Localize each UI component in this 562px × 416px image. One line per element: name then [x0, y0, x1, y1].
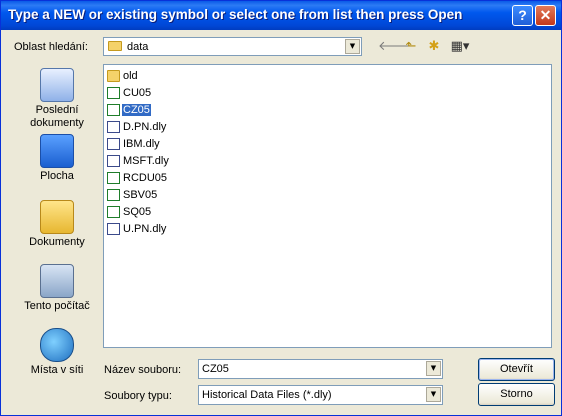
list-item[interactable]: CU05	[107, 85, 152, 101]
back-icon[interactable]: 🡐	[378, 38, 413, 56]
new-folder-icon[interactable]: ✱	[424, 38, 444, 56]
open-button[interactable]: Otevřít	[478, 358, 555, 381]
look-in-value: data	[127, 41, 149, 53]
place-recent[interactable]: Poslední dokumenty	[15, 68, 99, 130]
desktop-icon	[40, 134, 74, 168]
file-type-label: Soubory typu:	[104, 390, 172, 402]
look-in-label: Oblast hledání:	[14, 41, 88, 53]
list-item[interactable]: IBM.dly	[107, 136, 161, 152]
data-file-icon	[107, 155, 120, 168]
folder-icon	[107, 70, 120, 83]
chevron-down-icon[interactable]: ▼	[426, 361, 441, 376]
place-documents[interactable]: Dokumenty	[15, 200, 99, 249]
list-item[interactable]: SQ05	[107, 204, 152, 220]
list-item[interactable]: CZ05	[107, 102, 151, 118]
chevron-down-icon[interactable]: ▼	[426, 387, 441, 402]
data-file-icon	[107, 121, 120, 134]
open-file-dialog: Type a NEW or existing symbol or select …	[0, 0, 562, 416]
data-file-icon	[107, 223, 120, 236]
list-item[interactable]: U.PN.dly	[107, 221, 167, 237]
data-file-icon	[107, 138, 120, 151]
spreadsheet-file-icon	[107, 189, 120, 202]
file-type-value: Historical Data Files (*.dly)	[202, 389, 332, 401]
place-label: Poslední dokumenty	[30, 104, 84, 129]
place-label: Plocha	[40, 170, 74, 182]
file-name-value: CZ05	[202, 363, 229, 375]
spreadsheet-file-icon	[107, 172, 120, 185]
up-folder-icon[interactable]: ⬑	[401, 38, 421, 56]
file-name-label: Název souboru:	[104, 364, 182, 376]
list-item[interactable]: old	[107, 68, 139, 84]
cancel-button[interactable]: Storno	[478, 383, 555, 406]
file-list[interactable]: old CU05 CZ05 D.PN.dly IBM.dly MSFT.dly …	[103, 64, 552, 348]
computer-icon	[40, 264, 74, 298]
title-bar[interactable]: Type a NEW or existing symbol or select …	[1, 1, 561, 30]
place-computer[interactable]: Tento počítač	[15, 264, 99, 313]
look-in-combo[interactable]: data ▼	[103, 37, 362, 56]
window-title: Type a NEW or existing symbol or select …	[8, 7, 463, 22]
view-menu-icon[interactable]: ▦▾	[447, 38, 473, 56]
network-places-icon	[40, 328, 74, 362]
spreadsheet-file-icon	[107, 104, 120, 117]
place-label: Tento počítač	[24, 300, 90, 312]
place-desktop[interactable]: Plocha	[15, 134, 99, 183]
list-item[interactable]: SBV05	[107, 187, 158, 203]
list-item[interactable]: RCDU05	[107, 170, 168, 186]
place-label: Dokumenty	[29, 236, 85, 248]
recent-documents-icon	[40, 68, 74, 102]
list-item[interactable]: MSFT.dly	[107, 153, 170, 169]
places-bar: Poslední dokumenty Plocha Dokumenty Tent…	[15, 62, 99, 387]
chevron-down-icon[interactable]: ▼	[345, 39, 360, 54]
spreadsheet-file-icon	[107, 206, 120, 219]
place-network[interactable]: Místa v síti	[15, 328, 99, 377]
spreadsheet-file-icon	[107, 87, 120, 100]
folder-icon	[108, 41, 122, 51]
place-label: Místa v síti	[30, 364, 84, 376]
file-name-input[interactable]: CZ05 ▼	[198, 359, 443, 379]
help-button[interactable]: ?	[512, 5, 533, 26]
list-item[interactable]: D.PN.dly	[107, 119, 167, 135]
file-type-select[interactable]: Historical Data Files (*.dly) ▼	[198, 385, 443, 405]
documents-folder-icon	[40, 200, 74, 234]
close-button[interactable]: ✕	[535, 5, 556, 26]
